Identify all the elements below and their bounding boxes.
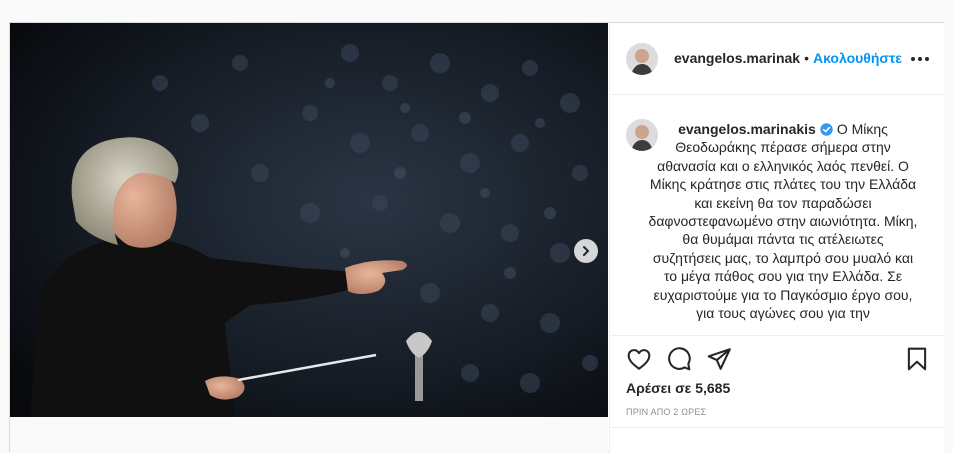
heart-icon <box>627 349 651 370</box>
separator-dot: • <box>804 50 809 66</box>
post-card: evangelos.marinak • Ακολουθήστε evangelo… <box>9 22 944 453</box>
caption-username[interactable]: evangelos.marinakis <box>678 121 816 137</box>
likes-count[interactable]: Αρέσει σε 5,685 <box>626 380 730 396</box>
post-media[interactable] <box>10 23 608 417</box>
more-options-icon <box>911 57 929 61</box>
caption-text: Ο Μίκης Θεοδωράκης πέρασε σήμερα στην αθ… <box>648 121 918 322</box>
header-username[interactable]: evangelos.marinak <box>674 50 800 66</box>
verified-badge-icon <box>820 123 833 136</box>
media-footer-space <box>10 417 608 453</box>
save-button[interactable] <box>904 346 930 372</box>
chevron-right-icon <box>583 246 589 256</box>
caption-section: evangelos.marinakis Ο Μίκης Θεοδωράκης πέ… <box>610 95 944 336</box>
bookmark-icon <box>907 347 927 371</box>
conductor-photo <box>10 23 608 417</box>
comment-button[interactable] <box>666 346 692 372</box>
more-options-button[interactable] <box>910 49 930 69</box>
action-bar <box>610 335 944 379</box>
post-header: evangelos.marinak • Ακολουθήστε <box>610 23 944 95</box>
avatar[interactable] <box>626 43 658 75</box>
post-timestamp[interactable]: ΠΡΙΝ ΑΠΟ 2 ΩΡΕΣ <box>626 407 706 417</box>
divider <box>610 427 944 428</box>
next-slide-button[interactable] <box>574 239 598 263</box>
follow-button[interactable]: Ακολουθήστε <box>813 50 902 66</box>
like-button[interactable] <box>626 346 652 372</box>
header-line: evangelos.marinak • Ακολουθήστε <box>674 50 902 66</box>
post-caption: evangelos.marinakis Ο Μίκης Θεοδωράκης πέ… <box>648 120 918 322</box>
share-button[interactable] <box>706 346 732 372</box>
post-side-panel: evangelos.marinak • Ακολουθήστε evangelo… <box>609 23 944 453</box>
comment-icon <box>668 347 691 371</box>
share-icon <box>707 348 731 370</box>
